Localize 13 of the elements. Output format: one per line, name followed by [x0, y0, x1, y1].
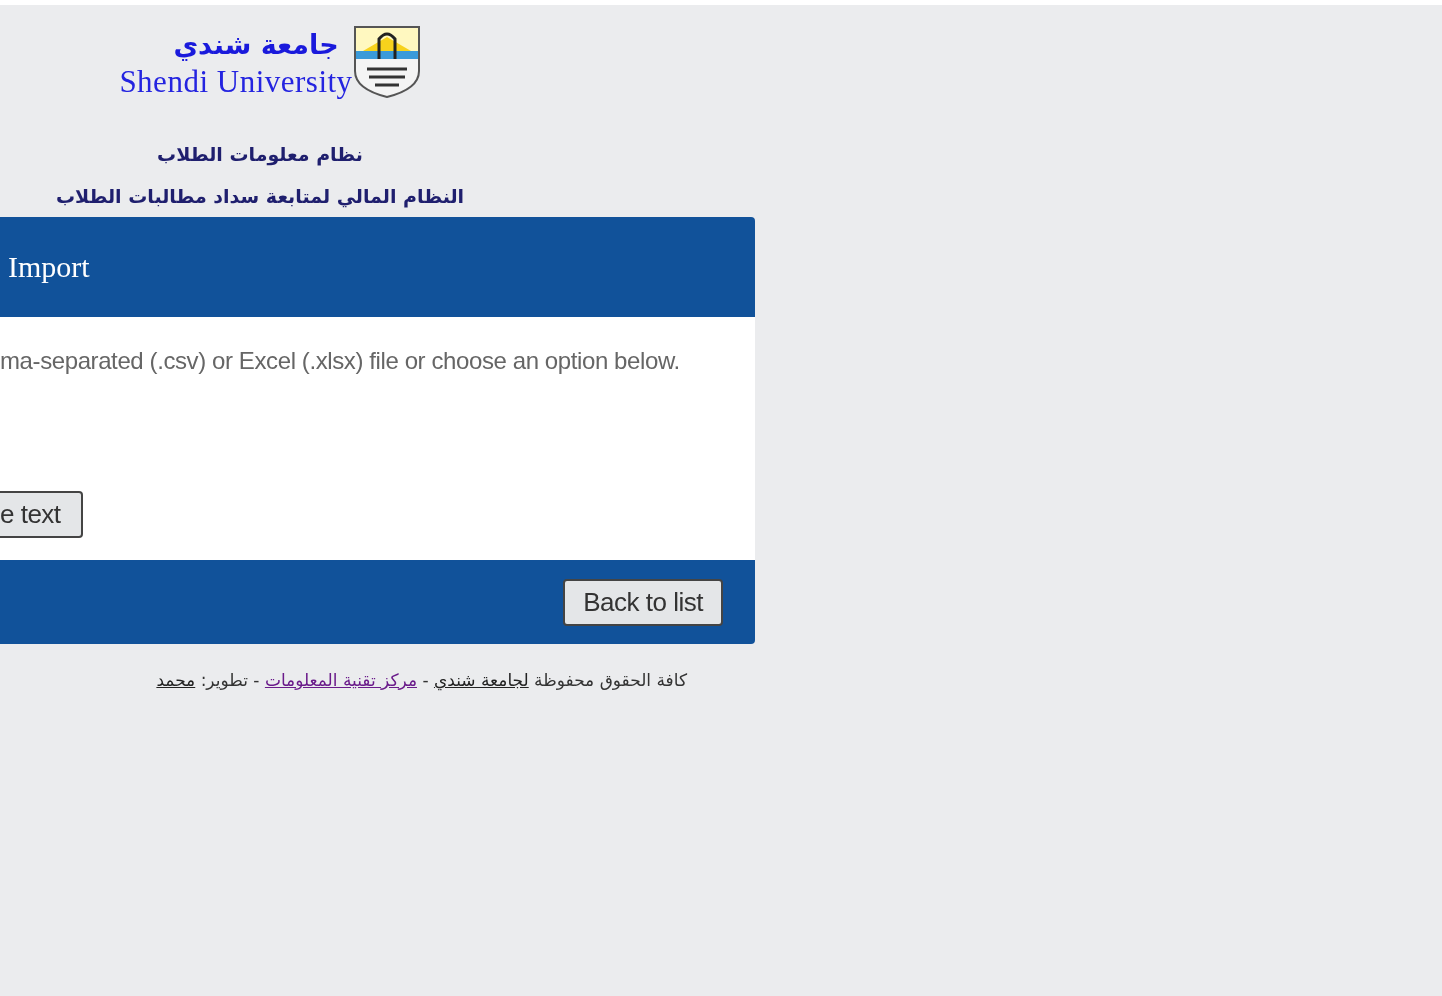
university-crest-icon	[352, 25, 421, 99]
subsystem-title: النظام المالي لمتابعة سداد مطالبات الطلاب	[54, 185, 466, 207]
footer-link[interactable]: مركز تقنية المعلومات	[264, 670, 417, 690]
paste-text-button[interactable]: e text	[0, 491, 83, 538]
copyright-notice: كافة الحقوق محفوظة لجامعة شندي - مركز تقنية المعلومات - تطوير: محمد	[155, 670, 687, 690]
footer-link[interactable]: محمد	[156, 670, 196, 690]
footer-link[interactable]: لجامعة شندي	[433, 670, 529, 690]
logo-english-text: Shendi University	[119, 65, 353, 99]
panel-title: Import	[8, 250, 90, 284]
logo-arabic-text: جامعة شندي	[173, 28, 339, 63]
back-to-list-button[interactable]: Back to list	[563, 578, 723, 626]
system-title: نظام معلومات الطلاب	[156, 143, 364, 165]
import-description: ma-separated (.csv) or Excel (.xlsx) file or choose an option below.	[0, 347, 681, 375]
